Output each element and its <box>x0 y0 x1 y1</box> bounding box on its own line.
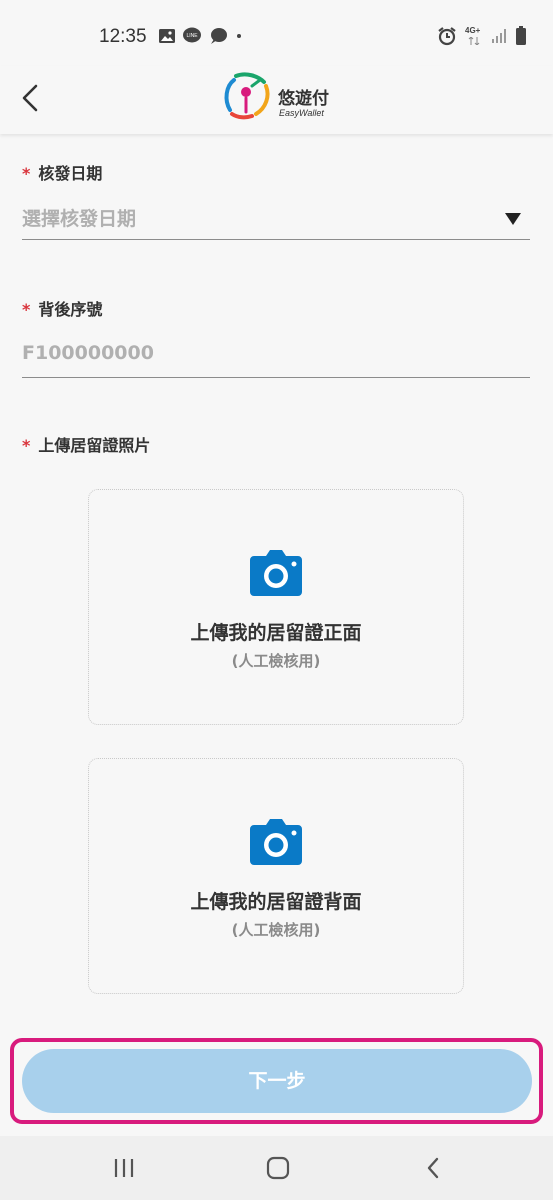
battery-icon <box>516 26 526 45</box>
issue-date-select[interactable]: 選擇核發日期 <box>22 196 530 240</box>
issue-date-label-text: 核發日期 <box>38 164 103 183</box>
camera-icon <box>250 550 302 596</box>
upload-front-note: (人工檢核用) <box>231 652 321 670</box>
easywallet-logo: 悠遊付 EasyWallet <box>222 72 334 122</box>
upload-front-title: 上傳我的居留證正面 <box>190 622 362 644</box>
upload-label: * 上傳居留證照片 <box>22 432 150 456</box>
issue-date-placeholder: 選擇核發日期 <box>22 208 137 230</box>
serial-number-label: * 背後序號 <box>22 296 102 320</box>
upload-back-title: 上傳我的居留證背面 <box>190 891 362 913</box>
logo-mark-icon <box>224 72 270 120</box>
network-type: 4G+ <box>465 26 481 35</box>
dot-icon <box>237 34 241 38</box>
system-nav-bar <box>0 1136 553 1200</box>
upload-back-note: (人工檢核用) <box>231 921 321 939</box>
chat-icon <box>211 28 227 44</box>
signal-icon <box>492 29 506 43</box>
required-mark: * <box>22 300 31 319</box>
back-button[interactable] <box>16 80 48 116</box>
chevron-left-icon <box>22 84 38 112</box>
serial-number-input[interactable]: F100000000 <box>22 334 530 378</box>
notification-icons: LINE <box>158 27 244 45</box>
recent-apps-icon[interactable] <box>113 1156 135 1180</box>
back-nav-icon[interactable] <box>424 1156 442 1180</box>
status-time: 12:35 <box>99 26 147 47</box>
app-header: 悠遊付 EasyWallet <box>0 66 553 134</box>
upload-label-text: 上傳居留證照片 <box>38 436 151 455</box>
caret-down-icon <box>505 213 521 225</box>
data-arrows-icon <box>468 37 480 45</box>
required-mark: * <box>22 164 31 183</box>
camera-icon <box>250 819 302 865</box>
4g-icon: 4G+ <box>465 26 483 46</box>
home-icon[interactable] <box>266 1156 290 1180</box>
alarm-icon <box>438 27 456 46</box>
logo-text: 悠遊付 <box>278 89 329 109</box>
upload-back-button[interactable]: 上傳我的居留證背面 (人工檢核用) <box>88 758 464 994</box>
issue-date-label: * 核發日期 <box>22 160 102 184</box>
image-icon <box>159 29 175 43</box>
system-icons: 4G+ <box>437 26 527 46</box>
next-step-button[interactable]: 下一步 <box>22 1049 532 1113</box>
logo-subtext: EasyWallet <box>279 108 324 118</box>
serial-number-placeholder: F100000000 <box>22 342 154 364</box>
required-mark: * <box>22 436 31 455</box>
upload-front-button[interactable]: 上傳我的居留證正面 (人工檢核用) <box>88 489 464 725</box>
svg-text:LINE: LINE <box>186 33 198 39</box>
status-bar: 12:35 LINE 4G+ <box>0 0 553 66</box>
line-icon: LINE <box>183 27 201 43</box>
serial-number-label-text: 背後序號 <box>38 300 103 319</box>
